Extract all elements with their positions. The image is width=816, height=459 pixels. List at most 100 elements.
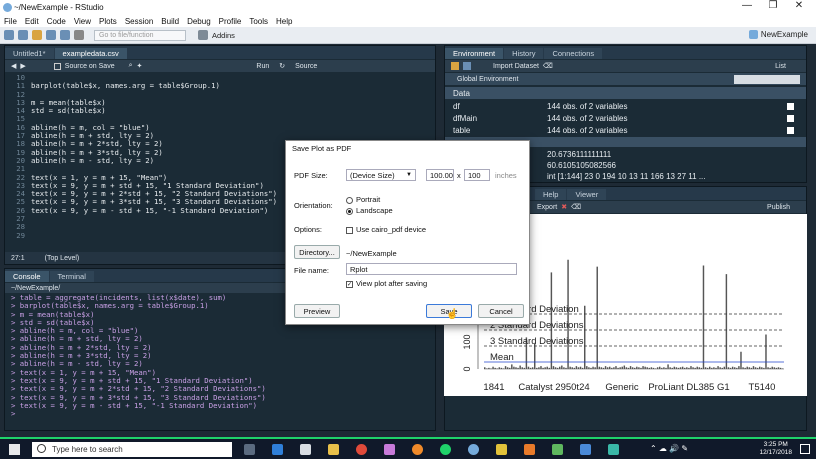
system-tray-icons[interactable]: ⌃ ☁ 🔊 ✎ <box>650 444 688 453</box>
app-icon-green[interactable] <box>552 444 563 455</box>
import-dataset-button[interactable]: Import Dataset <box>493 63 539 70</box>
landscape-radio[interactable]: Landscape <box>346 206 393 215</box>
cancel-button[interactable]: Cancel <box>478 304 524 318</box>
broom-icon[interactable]: ⌫ <box>543 62 553 70</box>
publish-button[interactable]: Publish <box>767 204 790 211</box>
env-row-table[interactable]: table 144 obs. of 2 variables <box>445 124 806 136</box>
delete-plot-icon[interactable]: ✖ <box>561 203 567 211</box>
export-menu[interactable]: Export <box>537 204 557 211</box>
mail-icon[interactable] <box>300 444 311 455</box>
tab-environment[interactable]: Environment <box>445 48 504 59</box>
bar <box>673 366 676 369</box>
bar <box>636 366 638 369</box>
project-menu[interactable]: NewExample <box>748 30 808 39</box>
new-project-icon[interactable] <box>18 30 28 40</box>
tab-untitled1[interactable]: Untitled1* <box>5 48 54 59</box>
notification-icon[interactable] <box>800 444 810 454</box>
portrait-radio[interactable]: Portrait <box>346 195 380 204</box>
source-button[interactable]: Source <box>295 63 317 70</box>
directory-button[interactable]: Directory... <box>294 245 340 259</box>
save-icon[interactable] <box>46 30 56 40</box>
forward-arrow-icon[interactable]: ▶ <box>20 62 25 70</box>
spotify-icon[interactable] <box>440 444 451 455</box>
menu-help[interactable]: Help <box>272 17 296 26</box>
task-view-icon[interactable] <box>244 444 255 455</box>
minimize-button[interactable]: — <box>734 0 760 11</box>
view-data-icon[interactable] <box>787 127 794 134</box>
env-row-df[interactable]: df 144 obs. of 2 variables <box>445 100 806 112</box>
rstudio-icon[interactable] <box>468 444 479 455</box>
filename-input[interactable]: Rplot <box>346 263 517 275</box>
open-file-icon[interactable] <box>32 30 42 40</box>
x-tick-label: T5140 <box>749 382 776 393</box>
code-line[interactable]: 14 std = sd(table$x) <box>5 106 435 115</box>
cairo-checkbox[interactable]: Use cairo_pdf device <box>346 225 426 234</box>
save-all-icon[interactable] <box>60 30 70 40</box>
console-line: > text(x = 9, y = m - std + 15, "-1 Stan… <box>11 400 258 410</box>
y-tick-label: 0 <box>462 366 472 371</box>
tab-connections[interactable]: Connections <box>544 48 603 59</box>
menu-edit[interactable]: Edit <box>21 17 43 26</box>
menu-code[interactable]: Code <box>43 17 70 26</box>
code-line[interactable]: 11 barplot(table$x, names.arg = table$Gro… <box>5 81 435 90</box>
tab-history[interactable]: History <box>504 48 544 59</box>
paint-icon[interactable] <box>384 444 395 455</box>
env-search-input[interactable] <box>734 74 800 84</box>
height-input[interactable]: 100 <box>464 169 490 181</box>
edge-icon[interactable] <box>272 444 283 455</box>
view-after-checkbox[interactable]: ✓ View plot after saving <box>346 279 427 288</box>
taskbar-search-input[interactable]: Type here to search <box>32 442 232 457</box>
list-view-button[interactable]: List <box>775 63 786 70</box>
run-button[interactable]: Run <box>256 63 269 70</box>
pdf-size-select[interactable]: (Device Size) ▼ <box>346 169 416 181</box>
bar <box>546 366 548 369</box>
scope-indicator[interactable]: (Top Level) <box>45 255 80 262</box>
global-env-dropdown[interactable]: Global Environment <box>457 76 518 83</box>
tab-exampledata[interactable]: exampledata.csv <box>54 48 127 59</box>
menu-view[interactable]: View <box>70 17 95 26</box>
menu-debug[interactable]: Debug <box>183 17 215 26</box>
tab-console[interactable]: Console <box>5 271 49 282</box>
source-on-save-checkbox[interactable] <box>53 62 61 70</box>
new-file-icon[interactable] <box>4 30 14 40</box>
firefox-icon[interactable] <box>412 444 423 455</box>
windows-start-icon[interactable] <box>9 444 20 455</box>
menu-plots[interactable]: Plots <box>95 17 121 26</box>
system-clock[interactable]: 3:25 PM 12/17/2018 <box>759 441 792 457</box>
close-button[interactable]: ✕ <box>786 0 812 11</box>
view-data-icon[interactable] <box>787 103 794 110</box>
goto-file-input[interactable]: Go to file/function <box>94 29 186 41</box>
maximize-button[interactable]: ❐ <box>760 0 786 11</box>
clear-plots-icon[interactable]: ⌫ <box>571 203 581 211</box>
bar <box>540 366 542 369</box>
menu-profile[interactable]: Profile <box>215 17 246 26</box>
tab-help[interactable]: Help <box>535 189 567 200</box>
save-workspace-icon[interactable] <box>463 62 471 70</box>
clock-date: 12/17/2018 <box>759 449 792 456</box>
tab-terminal[interactable]: Terminal <box>49 271 94 282</box>
app-icon-blue[interactable] <box>580 444 591 455</box>
menu-session[interactable]: Session <box>121 17 157 26</box>
bar <box>659 366 661 369</box>
file-explorer-icon[interactable] <box>328 444 339 455</box>
rerun-icon[interactable]: ↻ <box>279 62 285 70</box>
chrome-icon[interactable] <box>356 444 367 455</box>
grid-icon[interactable] <box>198 30 208 40</box>
env-row-dfmain[interactable]: dfMain 144 obs. of 2 variables <box>445 112 806 124</box>
tab-viewer[interactable]: Viewer <box>567 189 607 200</box>
menu-tools[interactable]: Tools <box>245 17 272 26</box>
back-arrow-icon[interactable]: ◀ <box>11 62 16 70</box>
width-input[interactable]: 100.00 <box>426 169 454 181</box>
search-icon[interactable]: ⌕ <box>129 62 133 70</box>
print-icon[interactable] <box>74 30 84 40</box>
app-icon-orange[interactable] <box>524 444 535 455</box>
menu-file[interactable]: File <box>0 17 21 26</box>
app-icon-teal[interactable] <box>608 444 619 455</box>
app-icon-yellow[interactable] <box>496 444 507 455</box>
wand-icon[interactable]: ✦ <box>137 62 143 70</box>
load-icon[interactable] <box>451 62 459 70</box>
view-data-icon[interactable] <box>787 115 794 122</box>
preview-button[interactable]: Preview <box>294 304 340 318</box>
menu-build[interactable]: Build <box>157 17 183 26</box>
addins-menu[interactable]: Addins <box>212 31 235 40</box>
